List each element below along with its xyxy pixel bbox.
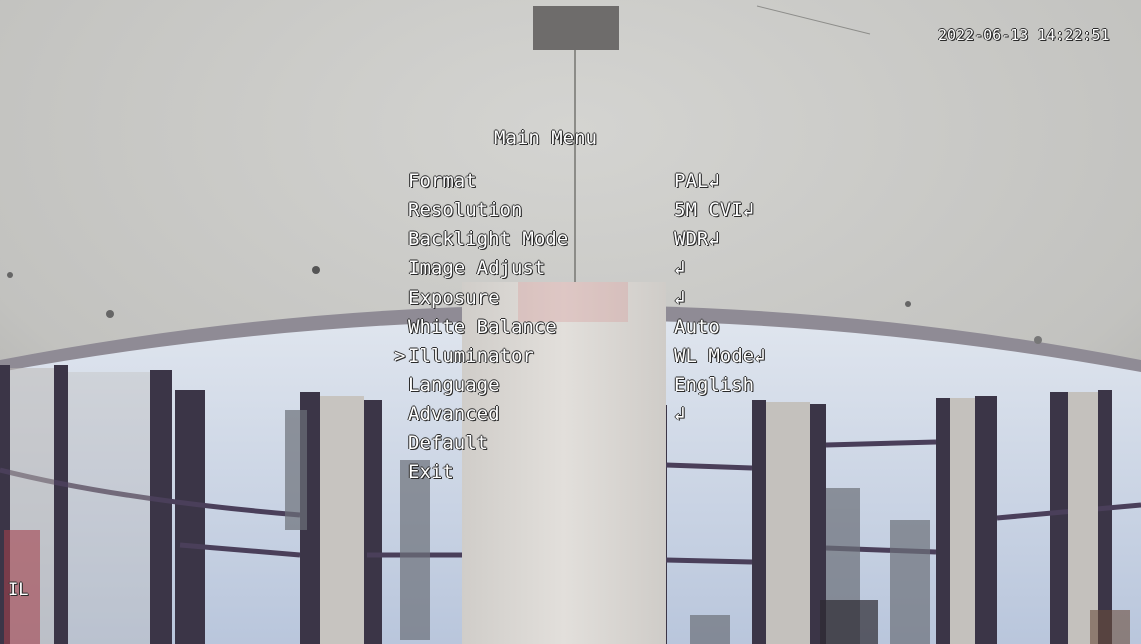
menu-item-value: ↲ (674, 257, 686, 279)
menu-item-label: Exposure (408, 287, 500, 309)
menu-item-exposure[interactable]: Exposure ↲ (408, 287, 685, 316)
timestamp: 2022-06-13 14:22:51 (938, 26, 1110, 44)
menu-item-label: Illuminator (408, 345, 534, 367)
corner-indicator: IL (8, 580, 29, 600)
menu-item-advanced[interactable]: Advanced ↲ (408, 403, 685, 432)
menu-item-value: ↲ (674, 287, 686, 309)
menu-item-value: WDR↲ (674, 228, 720, 250)
menu-title: Main Menu (494, 127, 597, 149)
menu-item-exit[interactable]: Exit (408, 461, 454, 490)
menu-item-value: WL Mode↲ (674, 345, 766, 367)
menu-item-default[interactable]: Default (408, 432, 488, 461)
menu-item-image-adjust[interactable]: Image Adjust ↲ (408, 257, 685, 286)
menu-item-illuminator[interactable]: > Illuminator WL Mode↲ (394, 345, 766, 374)
menu-item-label: Exit (408, 461, 454, 483)
menu-item-language[interactable]: Language English (408, 374, 754, 403)
menu-item-label: Language (408, 374, 500, 396)
ceiling-vent (533, 6, 619, 50)
menu-item-backlight-mode[interactable]: Backlight Mode WDR↲ (408, 228, 720, 257)
menu-item-value: PAL↲ (674, 170, 720, 192)
menu-item-value: Auto (674, 316, 720, 338)
menu-item-label: Default (408, 432, 489, 454)
camera-scene (0, 0, 1141, 644)
menu-item-value: 5M CVI↲ (674, 199, 755, 221)
menu-item-label: Backlight Mode (408, 228, 569, 250)
menu-item-label: Format (408, 170, 477, 192)
menu-item-value: English (674, 374, 755, 396)
menu-item-label: White Balance (408, 316, 557, 338)
menu-item-value: ↲ (674, 403, 686, 425)
menu-item-format[interactable]: Format PAL↲ (408, 170, 720, 199)
selection-cursor: > (394, 345, 406, 367)
menu-item-label: Advanced (408, 403, 500, 425)
menu-item-label: Resolution (408, 199, 523, 221)
menu-item-resolution[interactable]: Resolution 5M CVI↲ (408, 199, 754, 228)
menu-item-label: Image Adjust (408, 257, 546, 279)
menu-item-white-balance[interactable]: White Balance Auto (408, 316, 720, 345)
